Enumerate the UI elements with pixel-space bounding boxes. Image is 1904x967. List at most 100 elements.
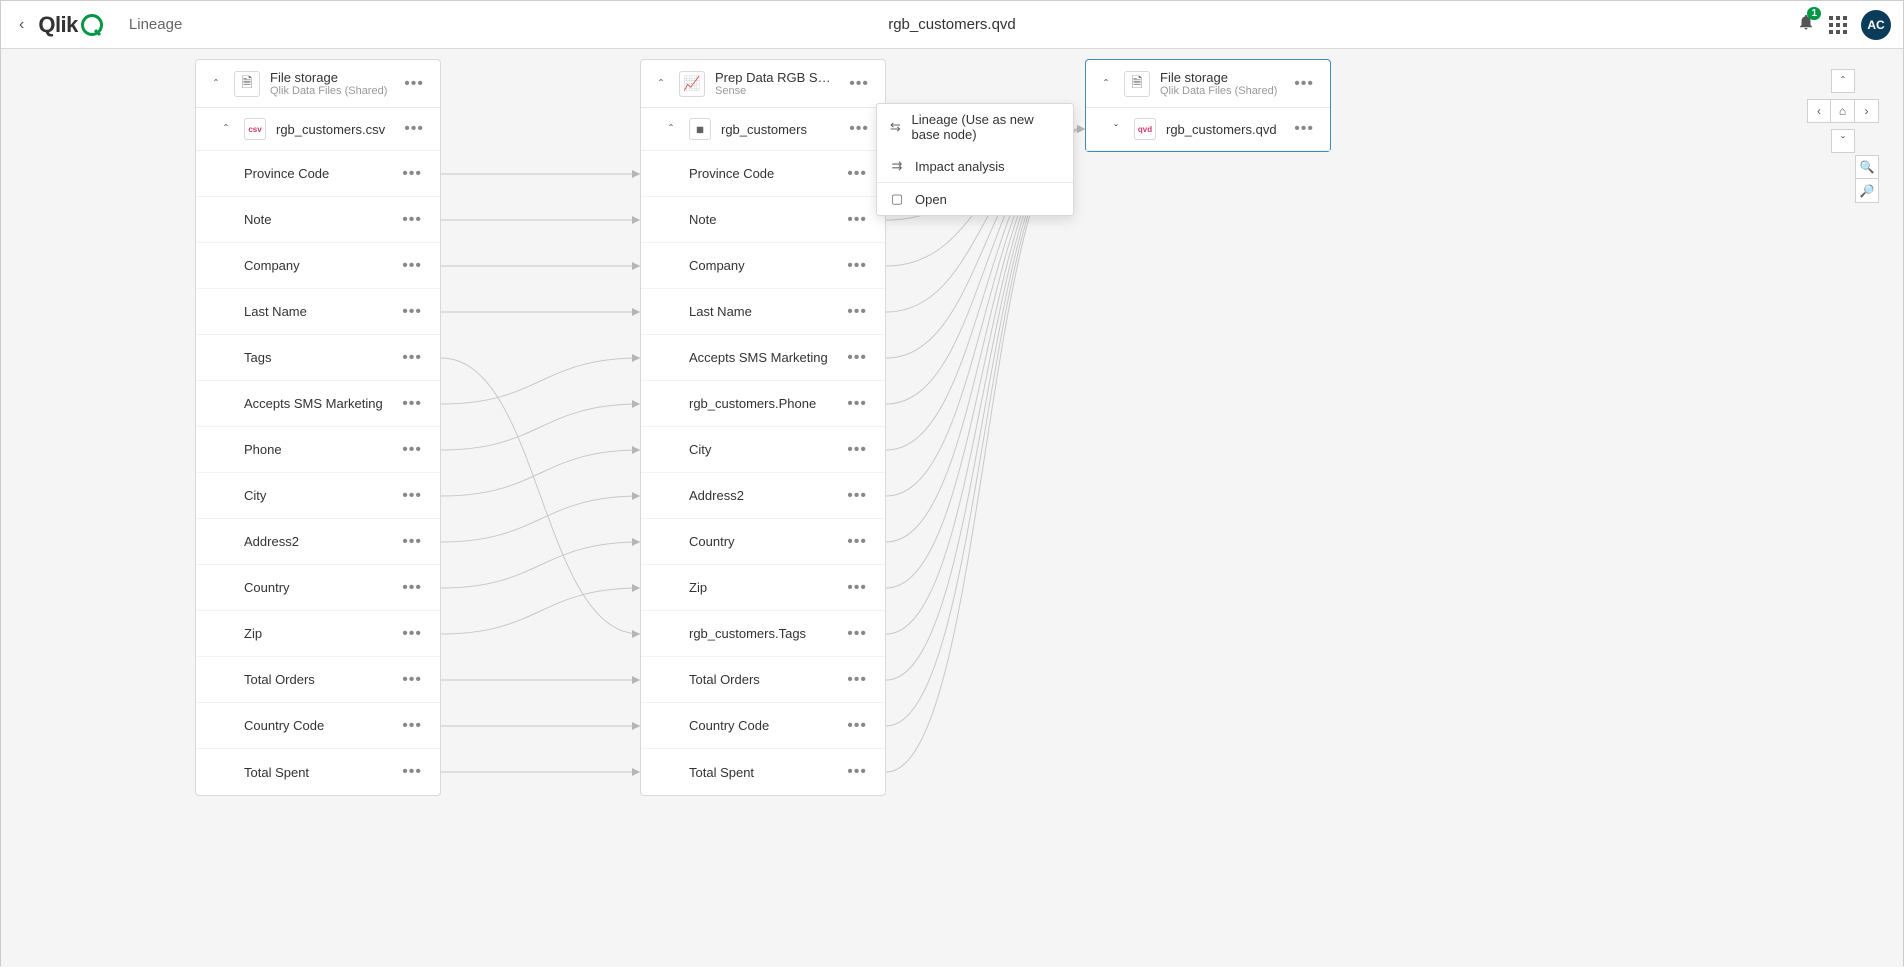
field-more-options-button[interactable]: ••• [843, 717, 871, 735]
field-row[interactable]: Last Name••• [641, 289, 885, 335]
field-row[interactable]: Province Code••• [641, 151, 885, 197]
field-row[interactable]: Province Code••• [196, 151, 440, 197]
field-row[interactable]: Note••• [641, 197, 885, 243]
avatar[interactable]: AC [1861, 10, 1891, 40]
field-more-options-button[interactable]: ••• [843, 211, 871, 229]
field-row[interactable]: Address2••• [641, 473, 885, 519]
field-more-options-button[interactable]: ••• [398, 533, 426, 551]
field-row[interactable]: Company••• [641, 243, 885, 289]
ctx-impact-analysis[interactable]: ⇉ Impact analysis [877, 150, 1073, 182]
field-row[interactable]: Accepts SMS Marketing••• [196, 381, 440, 427]
field-row[interactable]: Zip••• [641, 565, 885, 611]
app-launcher-icon[interactable] [1829, 16, 1847, 34]
collapse-icon[interactable]: ˆ [208, 77, 224, 91]
field-row[interactable]: Zip••• [196, 611, 440, 657]
field-more-options-button[interactable]: ••• [398, 441, 426, 459]
field-more-options-button[interactable]: ••• [398, 303, 426, 321]
node-prep-data[interactable]: ˆ📈Prep Data RGB Sales A…Sense•••ˆ▦rgb_cu… [640, 59, 886, 796]
field-more-options-button[interactable]: ••• [398, 763, 426, 781]
field-row[interactable]: Accepts SMS Marketing••• [641, 335, 885, 381]
field-more-options-button[interactable]: ••• [843, 257, 871, 275]
field-label: Zip [689, 580, 843, 595]
lineage-icon: ⇆ [889, 119, 902, 135]
field-row[interactable]: Tags••• [196, 335, 440, 381]
node-subtitle: Sense [715, 85, 835, 97]
field-row[interactable]: Last Name••• [196, 289, 440, 335]
field-more-options-button[interactable]: ••• [843, 763, 871, 781]
field-row[interactable]: Address2••• [196, 519, 440, 565]
field-more-options-button[interactable]: ••• [843, 487, 871, 505]
field-row[interactable]: rgb_customers.Tags••• [641, 611, 885, 657]
field-row[interactable]: Country••• [196, 565, 440, 611]
nav-up-button[interactable]: ˆ [1831, 69, 1855, 93]
nav-down-button[interactable]: ˇ [1831, 129, 1855, 153]
field-row[interactable]: City••• [641, 427, 885, 473]
field-more-options-button[interactable]: ••• [398, 717, 426, 735]
ctx-open[interactable]: ▢ Open [877, 183, 1073, 215]
field-more-options-button[interactable]: ••• [843, 625, 871, 643]
field-row[interactable]: Company••• [196, 243, 440, 289]
field-more-options-button[interactable]: ••• [398, 257, 426, 275]
field-row[interactable]: Country••• [641, 519, 885, 565]
nav-right-button[interactable]: › [1855, 99, 1879, 123]
node-subtitle: Qlik Data Files (Shared) [270, 85, 390, 97]
ctx-lineage[interactable]: ⇆ Lineage (Use as new base node) [877, 104, 1073, 150]
field-label: Address2 [689, 488, 843, 503]
notifications-button[interactable]: 1 [1797, 13, 1815, 36]
field-row[interactable]: Country Code••• [196, 703, 440, 749]
field-more-options-button[interactable]: ••• [398, 349, 426, 367]
zoom-in-button[interactable]: 🔍 [1855, 155, 1879, 179]
more-options-button[interactable]: ••• [845, 75, 873, 93]
child-collapse-icon[interactable]: ˆ [218, 122, 234, 136]
child-type-icon: csv [244, 118, 266, 140]
node-file-storage-target[interactable]: ˆ🗎File storageQlik Data Files (Shared)••… [1085, 59, 1331, 152]
field-more-options-button[interactable]: ••• [843, 165, 871, 183]
field-more-options-button[interactable]: ••• [398, 671, 426, 689]
more-options-button[interactable]: ••• [1290, 75, 1318, 93]
more-options-button[interactable]: ••• [400, 75, 428, 93]
field-more-options-button[interactable]: ••• [398, 211, 426, 229]
node-file-storage-source[interactable]: ˆ🗎File storageQlik Data Files (Shared)••… [195, 59, 441, 796]
field-more-options-button[interactable]: ••• [398, 395, 426, 413]
field-row[interactable]: Total Orders••• [196, 657, 440, 703]
field-row[interactable]: Total Spent••• [196, 749, 440, 795]
page-title: rgb_customers.qvd [888, 16, 1016, 33]
field-more-options-button[interactable]: ••• [843, 349, 871, 367]
back-button[interactable]: ‹ [13, 12, 30, 38]
field-more-options-button[interactable]: ••• [843, 671, 871, 689]
field-more-options-button[interactable]: ••• [843, 533, 871, 551]
zoom-out-button[interactable]: 🔎 [1855, 179, 1879, 203]
field-more-options-button[interactable]: ••• [398, 487, 426, 505]
field-more-options-button[interactable]: ••• [398, 579, 426, 597]
node-header: ˆ📈Prep Data RGB Sales A…Sense••• [641, 60, 885, 108]
logo-q-icon [81, 14, 103, 36]
qlik-logo[interactable]: Qlik [38, 12, 103, 38]
field-row[interactable]: Country Code••• [641, 703, 885, 749]
collapse-icon[interactable]: ˆ [1098, 77, 1114, 91]
nav-left-button[interactable]: ‹ [1807, 99, 1831, 123]
field-more-options-button[interactable]: ••• [398, 165, 426, 183]
field-row[interactable]: rgb_customers.Phone••• [641, 381, 885, 427]
field-label: Total Orders [244, 672, 398, 687]
field-more-options-button[interactable]: ••• [843, 395, 871, 413]
child-collapse-icon[interactable]: ˇ [1108, 122, 1124, 136]
child-collapse-icon[interactable]: ˆ [663, 122, 679, 136]
field-row[interactable]: City••• [196, 473, 440, 519]
field-more-options-button[interactable]: ••• [398, 625, 426, 643]
field-more-options-button[interactable]: ••• [843, 441, 871, 459]
node-child-header: ˆ▦rgb_customers••• [641, 108, 885, 151]
lineage-canvas[interactable]: ˆ🗎File storageQlik Data Files (Shared)••… [1, 49, 1903, 967]
field-more-options-button[interactable]: ••• [843, 303, 871, 321]
nav-home-button[interactable]: ⌂ [1831, 99, 1855, 123]
field-row[interactable]: Total Orders••• [641, 657, 885, 703]
field-label: Phone [244, 442, 398, 457]
field-more-options-button[interactable]: ••• [843, 579, 871, 597]
field-row[interactable]: Total Spent••• [641, 749, 885, 795]
collapse-icon[interactable]: ˆ [653, 77, 669, 91]
field-row[interactable]: Phone••• [196, 427, 440, 473]
field-row[interactable]: Note••• [196, 197, 440, 243]
field-label: Tags [244, 350, 398, 365]
child-more-options-button[interactable]: ••• [1290, 120, 1318, 138]
child-more-options-button[interactable]: ••• [400, 120, 428, 138]
child-more-options-button[interactable]: ••• [845, 120, 873, 138]
